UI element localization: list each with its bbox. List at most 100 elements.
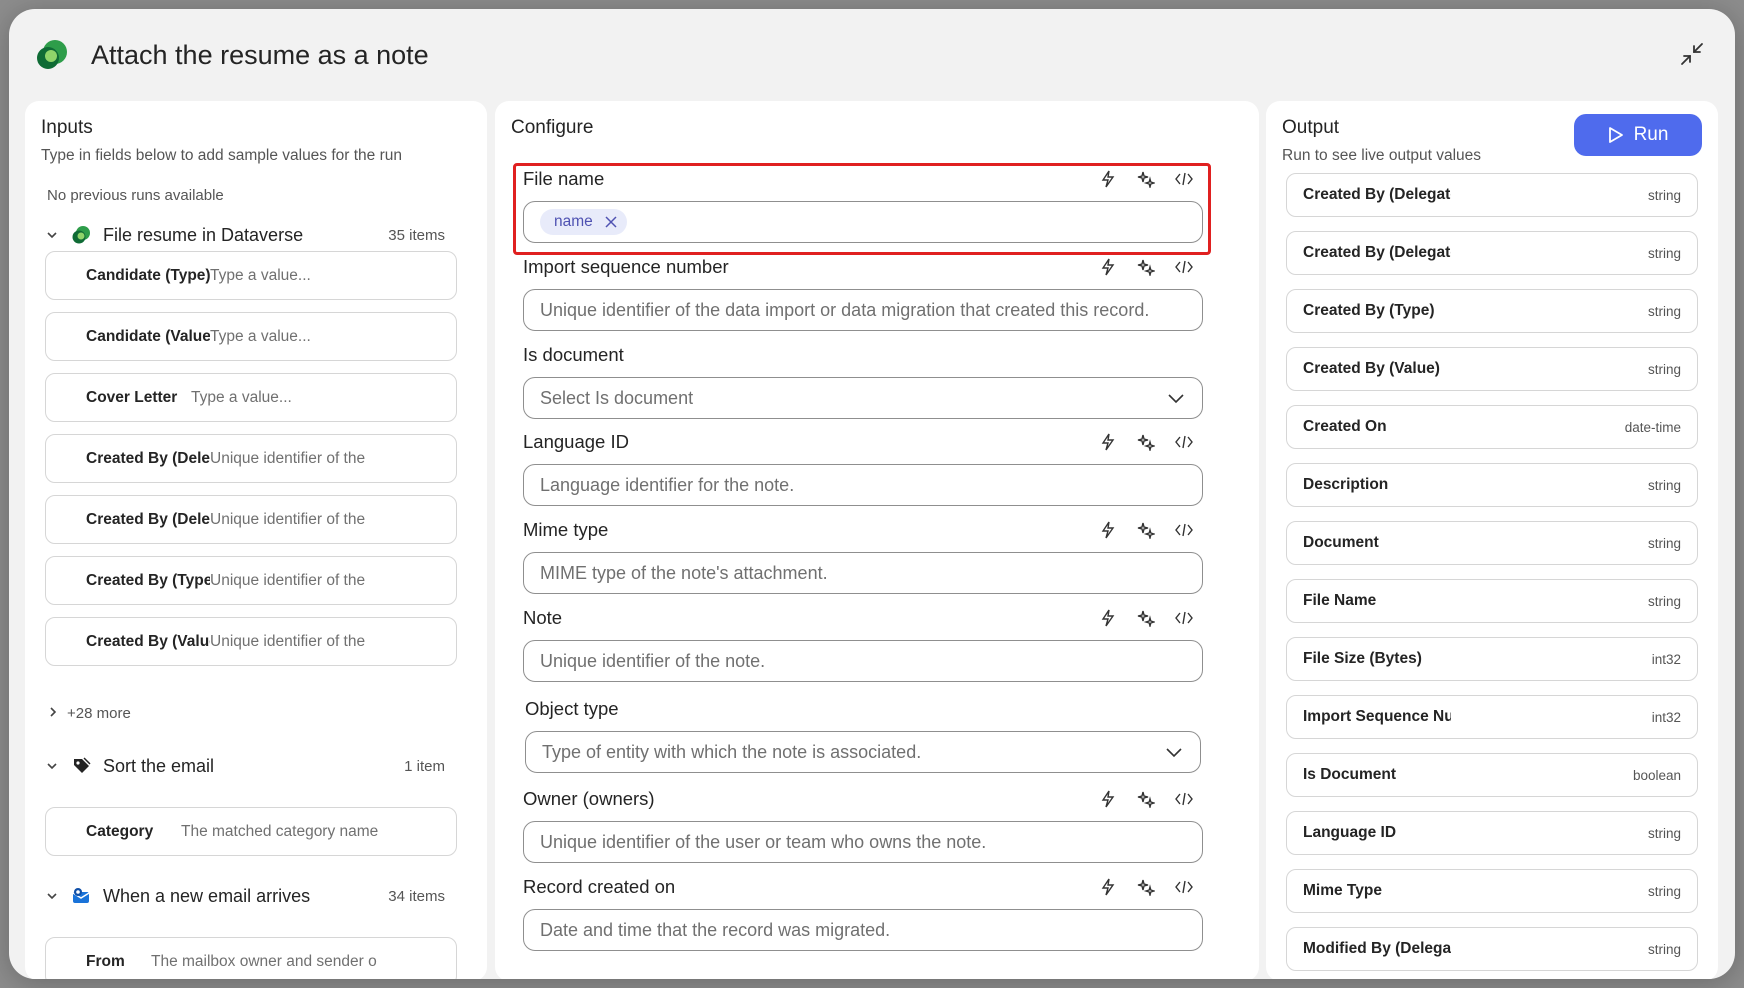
language-id-input[interactable]: Language identifier for the note.: [523, 464, 1203, 506]
group-header-file-resume[interactable]: File resume in Dataverse 35 items: [43, 218, 463, 252]
dynamic-content-icon[interactable]: [1089, 255, 1127, 279]
tag-icon: [71, 756, 91, 776]
input-placeholder[interactable]: Type a value...: [210, 267, 370, 285]
note-input[interactable]: Unique identifier of the note.: [523, 640, 1203, 682]
output-title: Output: [1282, 117, 1340, 138]
record-created-on-input[interactable]: Date and time that the record was migrat…: [523, 909, 1203, 951]
action-config-modal: Attach the resume as a note Inputs Type …: [9, 9, 1735, 979]
input-label: Candidate (Value: [86, 327, 210, 345]
mime-type-input[interactable]: MIME type of the note's attachment.: [523, 552, 1203, 594]
code-view-icon[interactable]: [1165, 430, 1203, 454]
input-field-created-by-value[interactable]: Created By (Value Unique identifier of t…: [45, 617, 457, 666]
play-icon: [1608, 126, 1624, 144]
output-item: Created By (Value) string: [1286, 347, 1698, 391]
output-type: string: [1647, 187, 1681, 203]
input-field-from[interactable]: From The mailbox owner and sender o: [45, 937, 457, 979]
input-placeholder[interactable]: The matched category name: [181, 823, 391, 841]
code-view-icon[interactable]: [1165, 167, 1203, 191]
output-name: Created By (Delegate: [1303, 186, 1451, 203]
collapse-icon[interactable]: [1675, 37, 1709, 71]
no-runs-text: No previous runs available: [47, 187, 224, 204]
code-view-icon[interactable]: [1165, 787, 1203, 811]
chevron-down-icon: [1166, 388, 1186, 408]
group-count: 35 items: [388, 226, 445, 244]
config-field-file-name: File name name: [523, 165, 1203, 243]
dynamic-content-icon[interactable]: [1089, 518, 1127, 542]
copilot-sparkle-icon[interactable]: [1127, 787, 1165, 811]
import-sequence-input[interactable]: Unique identifier of the data import or …: [523, 289, 1203, 331]
output-item: File Size (Bytes) int32: [1286, 637, 1698, 681]
copilot-sparkle-icon[interactable]: [1127, 255, 1165, 279]
output-name: Description: [1303, 476, 1389, 493]
input-field-candidate-type[interactable]: Candidate (Type) Type a value...: [45, 251, 457, 300]
input-placeholder[interactable]: Unique identifier of the: [210, 572, 370, 590]
input-placeholder[interactable]: Type a value...: [191, 389, 351, 407]
dynamic-content-icon[interactable]: [1089, 875, 1127, 899]
output-item: File Name string: [1286, 579, 1698, 623]
input-label: Created By (Delegate: [86, 510, 210, 528]
output-item: Document string: [1286, 521, 1698, 565]
code-view-icon[interactable]: [1165, 518, 1203, 542]
input-placeholder[interactable]: Unique identifier of the: [210, 633, 370, 651]
copilot-sparkle-icon[interactable]: [1127, 606, 1165, 630]
show-more-link[interactable]: +28 more: [47, 705, 131, 722]
input-label: Category: [86, 822, 154, 840]
run-button[interactable]: Run: [1574, 114, 1702, 156]
dynamic-content-chip[interactable]: name: [540, 209, 627, 235]
group-count: 1 item: [404, 757, 445, 775]
output-item: Created By (Delegate string: [1286, 173, 1698, 217]
field-label: Import sequence number: [523, 256, 729, 277]
is-document-select[interactable]: Select Is document: [523, 377, 1203, 419]
config-field-record-created-on: Record created on Date and time that the…: [523, 873, 1203, 951]
field-label: Mime type: [523, 519, 609, 540]
run-label: Run: [1633, 124, 1669, 145]
input-field-created-by-delegate[interactable]: Created By (Delegate Unique identifier o…: [45, 434, 457, 483]
input-label: Created By (Type: [86, 571, 210, 589]
configure-panel: Configure File name name Import sequence…: [495, 101, 1259, 979]
chip-label: name: [554, 213, 593, 230]
dynamic-content-icon[interactable]: [1089, 167, 1127, 191]
input-field-cover-letter[interactable]: Cover Letter Type a value...: [45, 373, 457, 422]
input-placeholder[interactable]: Unique identifier of the: [210, 450, 370, 468]
code-view-icon[interactable]: [1165, 606, 1203, 630]
configure-title: Configure: [511, 117, 594, 138]
code-view-icon[interactable]: [1165, 875, 1203, 899]
output-name: File Name: [1303, 592, 1377, 609]
copilot-sparkle-icon[interactable]: [1127, 167, 1165, 191]
dynamic-content-icon[interactable]: [1089, 430, 1127, 454]
code-view-icon[interactable]: [1165, 255, 1203, 279]
modal-header: Attach the resume as a note: [9, 9, 1735, 101]
config-field-object-type: Object type Type of entity with which th…: [525, 695, 1201, 773]
copilot-sparkle-icon[interactable]: [1127, 430, 1165, 454]
dynamic-content-icon[interactable]: [1089, 787, 1127, 811]
input-placeholder[interactable]: The mailbox owner and sender o: [151, 953, 381, 971]
inputs-panel: Inputs Type in fields below to add sampl…: [25, 101, 487, 979]
owner-input[interactable]: Unique identifier of the user or team wh…: [523, 821, 1203, 863]
input-label: Created By (Value: [86, 632, 210, 650]
field-label: Record created on: [523, 876, 676, 897]
copilot-sparkle-icon[interactable]: [1127, 518, 1165, 542]
input-field-category[interactable]: Category The matched category name: [45, 807, 457, 856]
input-placeholder[interactable]: Type a value...: [210, 328, 370, 346]
file-name-input[interactable]: name: [523, 201, 1203, 243]
output-type: string: [1647, 245, 1681, 261]
input-field-created-by-type[interactable]: Created By (Type Unique identifier of th…: [45, 556, 457, 605]
input-field-created-by-delegate-2[interactable]: Created By (Delegate Unique identifier o…: [45, 495, 457, 544]
output-type: boolean: [1632, 767, 1681, 783]
input-placeholder[interactable]: Unique identifier of the: [210, 511, 370, 529]
input-field-candidate-value[interactable]: Candidate (Value Type a value...: [45, 312, 457, 361]
group-name: File resume in Dataverse: [103, 224, 304, 245]
group-header-new-email[interactable]: When a new email arrives 34 items: [43, 879, 463, 913]
chevron-down-icon: [43, 226, 61, 244]
config-field-import-sequence: Import sequence number Unique identifier…: [523, 253, 1203, 331]
copilot-sparkle-icon[interactable]: [1127, 875, 1165, 899]
output-name: Created On: [1303, 418, 1387, 435]
group-header-sort-email[interactable]: Sort the email 1 item: [43, 749, 463, 783]
input-label: Cover Letter: [86, 388, 178, 406]
config-field-is-document: Is document Select Is document: [523, 341, 1203, 419]
object-type-select[interactable]: Type of entity with which the note is as…: [525, 731, 1201, 773]
remove-chip-icon[interactable]: [603, 214, 619, 230]
output-item: Created On date-time: [1286, 405, 1698, 449]
dynamic-content-icon[interactable]: [1089, 606, 1127, 630]
input-label: From: [86, 952, 125, 970]
